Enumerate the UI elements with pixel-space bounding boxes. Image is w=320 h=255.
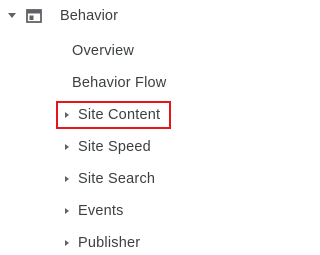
caret-right-icon	[65, 112, 69, 118]
caret-right-icon	[65, 144, 69, 150]
sidebar-item-label: Publisher	[78, 235, 141, 251]
section-header-behavior[interactable]: Behavior	[0, 0, 248, 34]
caret-right-icon	[65, 240, 69, 246]
caret-down-icon[interactable]	[8, 13, 16, 18]
sidebar-item-site-search[interactable]: Site Search	[56, 166, 236, 194]
caret-right-icon	[65, 208, 69, 214]
window-icon	[26, 9, 42, 23]
section-label: Behavior	[60, 8, 119, 24]
caret-right-icon	[65, 176, 69, 182]
sidebar-item-publisher[interactable]: Publisher	[56, 230, 236, 255]
sidebar-item-label: Site Content	[78, 107, 161, 123]
sidebar-item-label: Site Search	[78, 171, 156, 187]
sidebar-item-behavior-flow[interactable]: Behavior Flow	[56, 70, 236, 98]
behavior-nav: Behavior Overview Behavior Flow Site Con…	[0, 0, 248, 255]
sidebar-item-site-content[interactable]: Site Content	[56, 102, 236, 130]
sidebar-item-label: Events	[78, 203, 124, 219]
sidebar-item-events[interactable]: Events	[56, 198, 236, 226]
sidebar-item-overview[interactable]: Overview	[56, 38, 236, 66]
sidebar-item-label: Behavior Flow	[72, 75, 167, 91]
sidebar-item-label: Site Speed	[78, 139, 151, 155]
sidebar-item-label: Overview	[72, 43, 135, 59]
sidebar-item-site-speed[interactable]: Site Speed	[56, 134, 236, 162]
